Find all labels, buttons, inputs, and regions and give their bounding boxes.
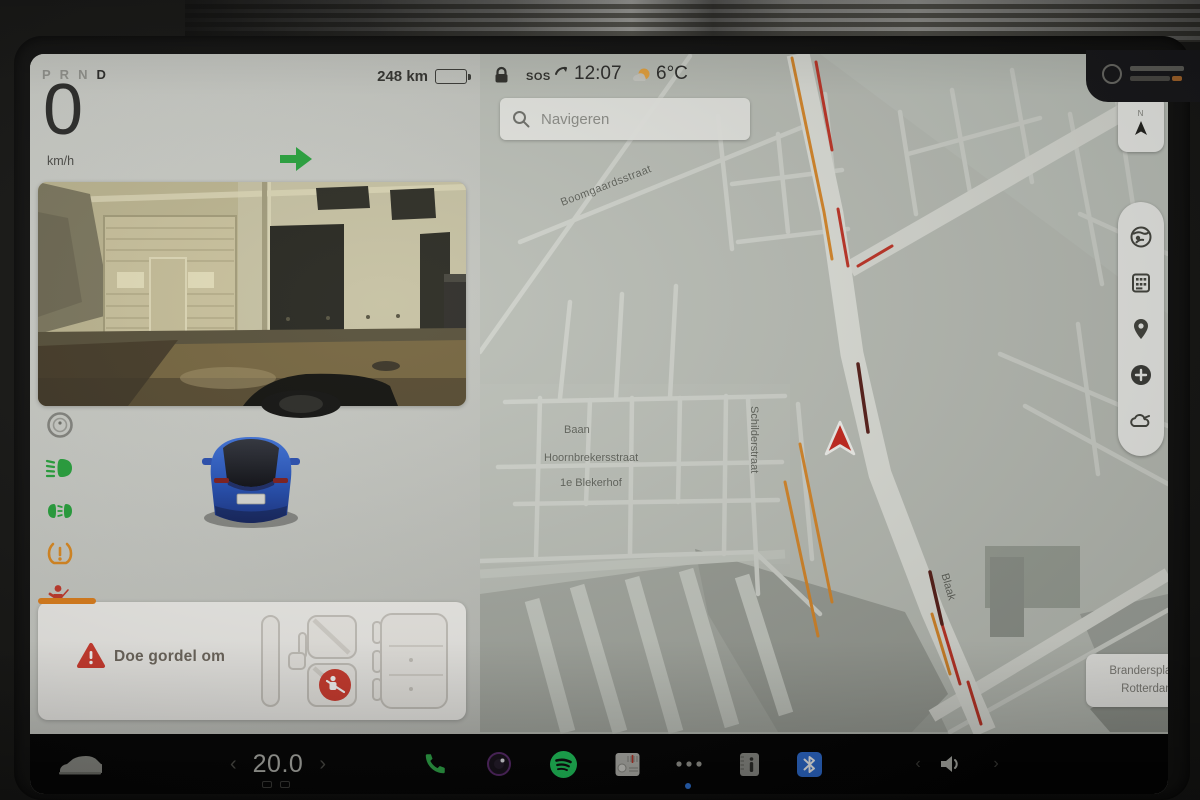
navigation-search-bar[interactable] bbox=[500, 98, 750, 140]
right-turn-signal-icon bbox=[278, 143, 314, 175]
lock-icon bbox=[493, 66, 510, 84]
location-line1: Brandersplaats bbox=[1096, 662, 1168, 680]
speaker-icon bbox=[939, 753, 965, 775]
bluetooth-button[interactable] bbox=[786, 734, 832, 794]
repeater-camera-feed[interactable] bbox=[38, 182, 466, 406]
zoom-in-icon[interactable] bbox=[1129, 363, 1153, 387]
speed-value: 0 bbox=[43, 74, 83, 146]
gear-d-active: D bbox=[96, 67, 106, 82]
sos-label: SOS bbox=[526, 71, 551, 83]
screen-bezel: PRND 248 km 0 km/h bbox=[14, 36, 1190, 800]
logo-text-shape-1 bbox=[1130, 66, 1184, 71]
sos-signal-arc-icon bbox=[554, 64, 568, 76]
compass-arrow-icon bbox=[1131, 120, 1151, 138]
warning-message: Doe gordel om bbox=[114, 648, 225, 666]
volume-button[interactable] bbox=[930, 734, 974, 794]
warning-triangle-icon bbox=[76, 642, 106, 670]
bluetooth-icon bbox=[796, 751, 823, 778]
speed-limit-sign-icon bbox=[45, 410, 75, 440]
volume-up-chevron[interactable]: › bbox=[976, 734, 1016, 794]
warning-accent-tab bbox=[38, 598, 96, 604]
vehicle-render-blue-tesla bbox=[198, 418, 304, 532]
map-panel[interactable]: Boomgaardsstraat Baan Hoornbrekersstraat… bbox=[480, 54, 1168, 734]
temp-increase-chevron[interactable]: › bbox=[319, 753, 326, 776]
fog-light-icon bbox=[45, 496, 75, 526]
seatbelt-warning-card[interactable]: Doe gordel om bbox=[38, 602, 466, 720]
logo-text-shape-3 bbox=[1172, 76, 1182, 81]
street-label-schilderstraat: Schilderstraat bbox=[748, 406, 760, 473]
telltale-column bbox=[45, 410, 75, 612]
climate-temperature[interactable]: 20.0 bbox=[253, 750, 304, 779]
car-icon bbox=[56, 751, 102, 777]
status-bar-right: SOS 12:07 6°C bbox=[480, 54, 840, 94]
map-orientation-button[interactable]: N bbox=[1118, 94, 1164, 152]
charging-stations-icon[interactable] bbox=[1129, 271, 1153, 295]
radio-app-button[interactable] bbox=[604, 734, 650, 794]
weather-overlay-icon[interactable] bbox=[1129, 409, 1153, 433]
map-pin-icon[interactable] bbox=[1129, 317, 1153, 341]
speed-unit: km/h bbox=[47, 154, 74, 168]
photo-of-tesla-screen: PRND 248 km 0 km/h bbox=[0, 0, 1200, 800]
street-label-hoornbrekersstraat: Hoornbrekersstraat bbox=[544, 452, 638, 464]
dashcam-icon bbox=[485, 750, 513, 778]
battery-range: 248 km bbox=[377, 68, 467, 85]
low-beam-headlight-icon bbox=[45, 453, 75, 483]
street-label-baan: Baan bbox=[564, 424, 590, 436]
more-apps-dots-icon bbox=[674, 756, 704, 772]
phone-app-button[interactable] bbox=[412, 734, 458, 794]
vehicle-settings-button[interactable] bbox=[50, 734, 108, 794]
battery-icon bbox=[435, 69, 467, 84]
spotify-app-button[interactable] bbox=[540, 734, 586, 794]
app-launcher-bar: ‹ 20.0 › bbox=[30, 734, 1168, 794]
location-line2: Rotterdam bbox=[1096, 680, 1168, 698]
map-controls-pill[interactable] bbox=[1118, 202, 1164, 456]
phone-icon bbox=[422, 751, 448, 777]
spotify-icon bbox=[549, 750, 578, 779]
search-icon bbox=[512, 110, 530, 128]
tesla-touchscreen: PRND 248 km 0 km/h bbox=[30, 54, 1168, 794]
dashcam-app-button[interactable] bbox=[476, 734, 522, 794]
search-input[interactable] bbox=[539, 110, 719, 129]
vehicle-location-arrow bbox=[824, 420, 856, 458]
location-card: Brandersplaats Rotterdam bbox=[1086, 654, 1168, 707]
street-label-1e-blekerhof: 1e Blekerhof bbox=[560, 477, 622, 489]
compass-north-label: N bbox=[1138, 109, 1150, 118]
temp-decrease-chevron[interactable]: ‹ bbox=[230, 753, 237, 776]
radio-tuner-icon bbox=[614, 751, 641, 778]
outside-temperature: 6°C bbox=[656, 63, 688, 85]
notification-dot bbox=[685, 783, 691, 789]
tire-pressure-warning-icon bbox=[45, 539, 75, 569]
owners-manual-button[interactable] bbox=[726, 734, 772, 794]
seat-occupancy-diagram bbox=[259, 611, 454, 711]
satellite-view-icon[interactable] bbox=[1129, 225, 1153, 249]
owners-manual-icon bbox=[736, 751, 762, 778]
partly-cloudy-icon bbox=[630, 66, 652, 83]
cluster-panel: PRND 248 km 0 km/h bbox=[30, 54, 480, 734]
logo-text-shape-2 bbox=[1130, 76, 1170, 81]
clock: 12:07 bbox=[574, 63, 622, 85]
volume-chevron-left: ‹ bbox=[915, 755, 920, 773]
bezel-corner-logo bbox=[1086, 50, 1200, 102]
map-canvas[interactable] bbox=[480, 54, 1168, 734]
range-text: 248 km bbox=[377, 68, 428, 85]
logo-ring bbox=[1102, 64, 1122, 84]
seat-heater-indicators bbox=[262, 781, 290, 788]
volume-chevron-right: › bbox=[993, 755, 998, 773]
